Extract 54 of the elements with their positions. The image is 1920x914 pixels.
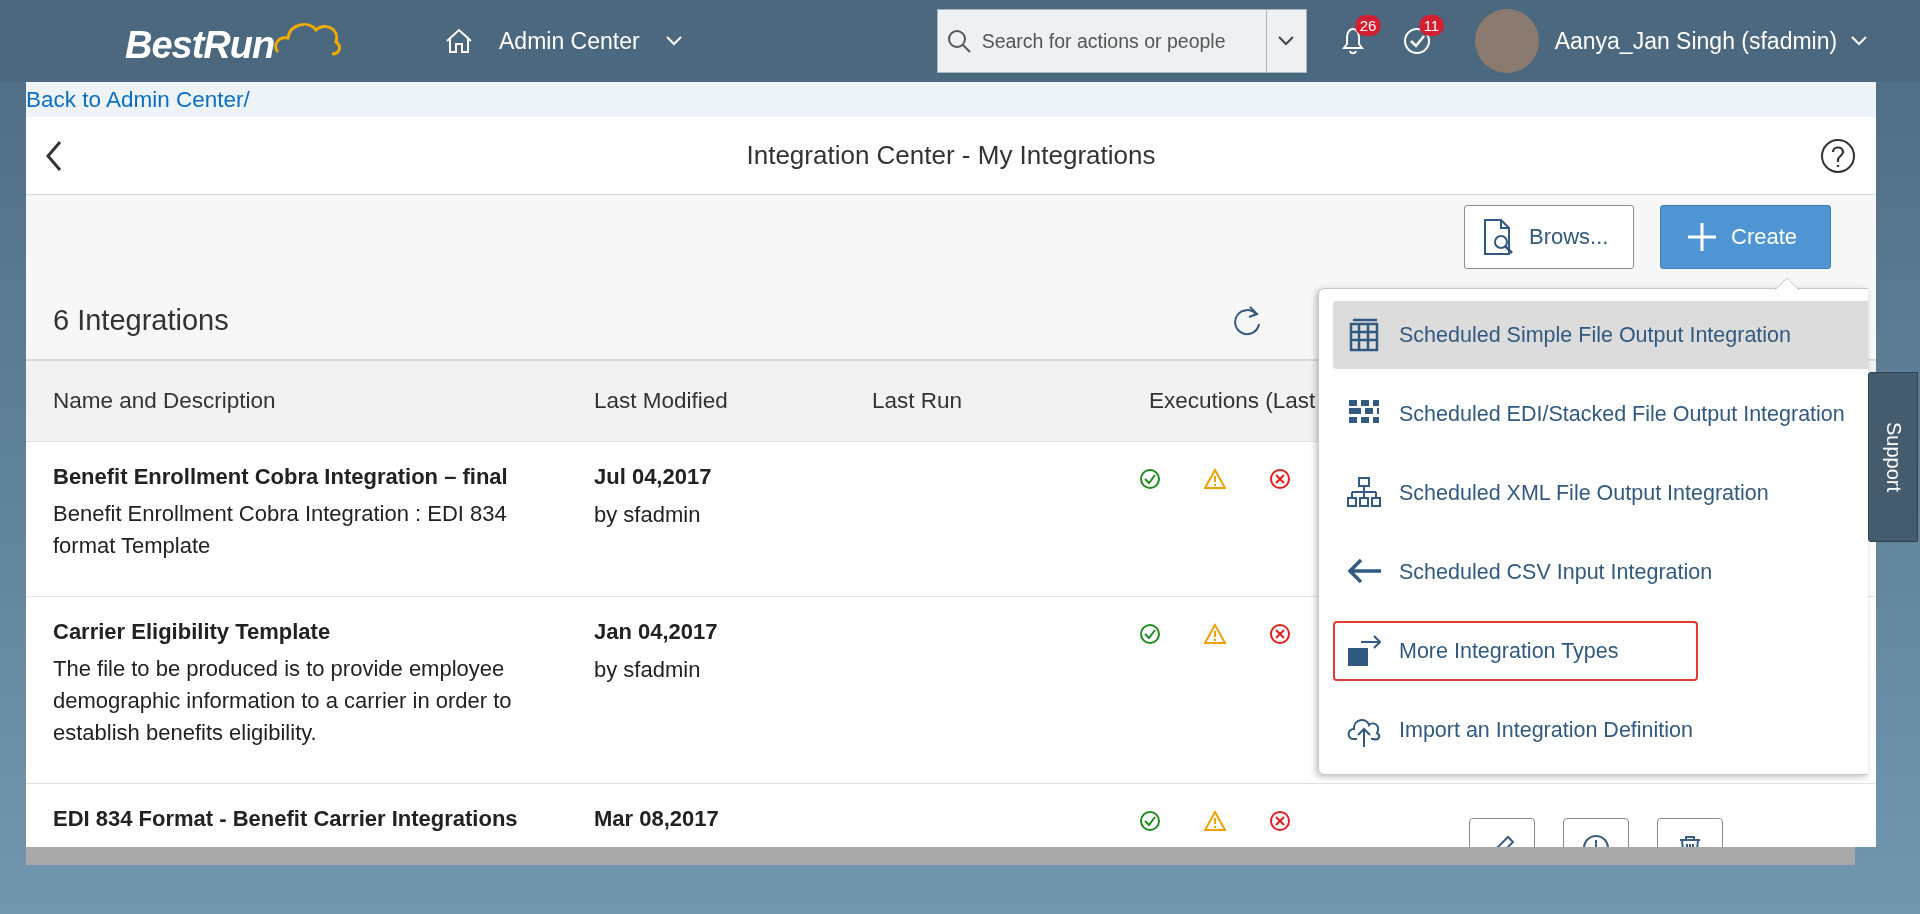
error-status-icon (1269, 623, 1291, 645)
search-icon (946, 29, 971, 53)
modified-by: by sfadmin (594, 502, 702, 528)
integration-name: Benefit Enrollment Cobra Integration – final (53, 464, 509, 490)
help-icon[interactable] (1820, 137, 1856, 174)
modified-date: Jul 04,2017 (594, 464, 713, 490)
integration-description: Benefit Enrollment Cobra Integration : EDI 834 format Template (53, 500, 508, 560)
page-title: Integration Center - My Integrations (745, 140, 1157, 171)
success-status-icon (1139, 623, 1161, 645)
document-search-icon (1481, 218, 1515, 256)
column-header: Executions (Last (1149, 388, 1317, 414)
task-badge: 11 (1418, 15, 1445, 36)
integration-name: EDI 834 Format - Benefit Carrier Integrations (53, 806, 519, 832)
success-status-icon (1139, 468, 1161, 490)
logo-text: BestRun (125, 23, 275, 67)
nav-menu-link[interactable]: Admin Center (499, 27, 640, 55)
warning-status-icon (1204, 810, 1226, 832)
menu-item[interactable]: Scheduled EDI/Stacked File Output Integration (1333, 380, 1851, 448)
search-field[interactable]: Search for actions or people (936, 9, 1267, 73)
browse-button[interactable]: Brows... (1464, 205, 1634, 269)
support-tab[interactable]: Support (1868, 372, 1918, 542)
modified-date: Jan 04,2017 (594, 619, 719, 645)
menu-item[interactable]: Scheduled Simple File Output Integration (1333, 301, 1868, 369)
table-icon (1347, 318, 1381, 352)
error-status-icon (1269, 810, 1291, 832)
breadcrumb-link[interactable]: Back to Admin Center (26, 86, 244, 113)
chevron-down-icon[interactable] (665, 36, 682, 46)
column-header: Name and Description (53, 388, 277, 414)
modified-date: Mar 08,2017 (594, 806, 720, 832)
back-icon[interactable] (44, 139, 64, 172)
square-arrow-icon (1347, 634, 1381, 668)
menu-item[interactable]: More Integration Types (1333, 621, 1698, 681)
table-title: 6 Integrations (53, 303, 229, 337)
chevron-down-icon (1278, 36, 1295, 46)
error-status-icon (1269, 468, 1291, 490)
menu-item[interactable]: Import an Integration Definition (1333, 696, 1699, 764)
menu-item[interactable]: Scheduled XML File Output Integration (1333, 459, 1775, 527)
refresh-icon[interactable] (1232, 304, 1262, 336)
notification-badge: 26 (1354, 15, 1382, 36)
hierarchy-icon (1347, 476, 1381, 510)
warning-status-icon (1204, 468, 1226, 490)
integration-name: Carrier Eligibility Template (53, 619, 332, 645)
column-header: Last Modified (594, 388, 729, 414)
warning-status-icon (1204, 623, 1226, 645)
user-name-menu[interactable]: Aanya_Jan Singh (sfadmin) (1554, 27, 1838, 55)
success-status-icon (1139, 810, 1161, 832)
modified-by: by sfadmin (594, 657, 702, 683)
breadcrumb-separator: / (243, 86, 250, 113)
plus-icon (1687, 222, 1717, 252)
home-icon[interactable] (445, 28, 473, 54)
menu-item[interactable]: Scheduled CSV Input Integration (1333, 538, 1719, 606)
integration-description: The file to be produced is to provide employee demographic information to a carrier in order to establish benefits eligibility. (53, 655, 513, 747)
column-header: Last Run (872, 388, 964, 414)
chevron-down-icon[interactable] (1851, 36, 1868, 46)
